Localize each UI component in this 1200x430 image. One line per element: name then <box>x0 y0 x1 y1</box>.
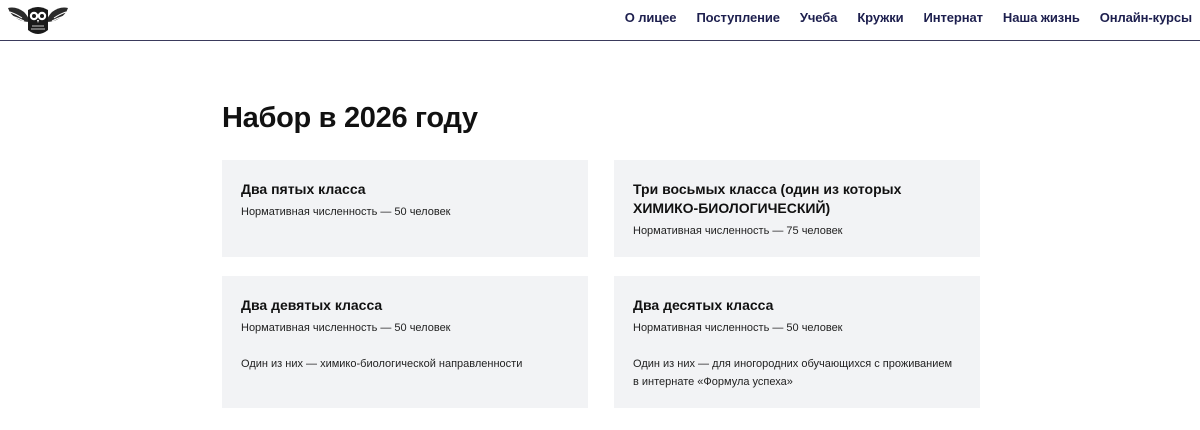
card-count: Нормативная численность — 50 человек <box>241 206 451 218</box>
card-grade-5: Два пятых класса Нормативная численность… <box>222 160 588 257</box>
card-count: Нормативная численность — 50 человек <box>241 322 451 334</box>
site-header: О лицее Поступление Учеба Кружки Интерна… <box>0 0 1200 41</box>
card-grade-9: Два девятых класса Нормативная численнос… <box>222 276 588 408</box>
owl-logo-icon[interactable] <box>6 2 70 38</box>
card-note-line-2: в интернате «Формула успеха» <box>633 376 793 388</box>
card-note-line-1: Один из них — для иногородних обучающихс… <box>633 358 953 370</box>
card-count: Нормативная численность — 50 человек <box>633 322 843 334</box>
page-title: Набор в 2026 году <box>222 102 478 134</box>
card-title-line-2: ХИМИКО-БИОЛОГИЧЕСКИЙ) <box>633 200 831 216</box>
nav-item-clubs[interactable]: Кружки <box>857 10 903 25</box>
card-count: Нормативная численность — 75 человек <box>633 225 843 237</box>
card-title: Два пятых класса <box>241 181 366 197</box>
nav-item-about[interactable]: О лицее <box>625 10 677 25</box>
card-title: Два десятых класса <box>633 297 774 313</box>
card-grade-10: Два десятых класса Нормативная численнос… <box>614 276 980 408</box>
nav-item-online-courses[interactable]: Онлайн-курсы <box>1100 10 1192 25</box>
card-title: Два девятых класса <box>241 297 383 313</box>
nav-item-boarding[interactable]: Интернат <box>924 10 983 25</box>
main-nav: О лицее Поступление Учеба Кружки Интерна… <box>605 0 1192 34</box>
nav-item-our-life[interactable]: Наша жизнь <box>1003 10 1080 25</box>
nav-item-study[interactable]: Учеба <box>800 10 838 25</box>
card-note: Один из них — химико-биологической напра… <box>241 358 523 370</box>
card-title-line-1: Три восьмых класса (один из которых <box>633 181 902 197</box>
nav-item-admission[interactable]: Поступление <box>696 10 780 25</box>
card-grade-8: Три восьмых класса (один из которых ХИМИ… <box>614 160 980 257</box>
